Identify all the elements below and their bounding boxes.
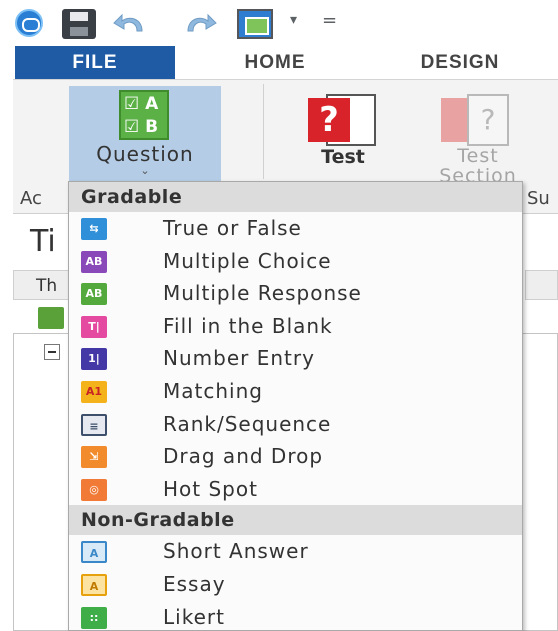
collapse-icon[interactable]	[44, 344, 60, 360]
tree-tab[interactable]: Th	[13, 270, 75, 300]
ribbon-separator	[263, 84, 264, 179]
test-button[interactable]: ? Test	[288, 86, 398, 196]
test-section-button-label: Test Section	[439, 145, 517, 187]
menu-item-label: Essay	[163, 571, 226, 596]
test-section-button[interactable]: ? Test Section	[413, 86, 543, 196]
menu-item-label: Multiple Choice	[163, 248, 332, 273]
tree-root-icon	[38, 307, 64, 329]
ribbon-tab-bar: FILE HOME DESIGN	[0, 46, 558, 79]
customize-icon[interactable]: =	[322, 10, 337, 31]
menu-item-label: Matching	[163, 378, 263, 403]
rank-sequence-icon: ≡	[81, 413, 107, 436]
test-button-label: Test	[321, 146, 365, 168]
menu-item-label: True or False	[163, 216, 302, 240]
menu-item-short-answer[interactable]: A Short Answer	[69, 535, 522, 568]
matching-icon: A1	[81, 380, 107, 403]
redo-icon[interactable]	[178, 9, 218, 37]
essay-icon: A	[81, 573, 107, 596]
undo-icon[interactable]	[112, 9, 152, 37]
menu-item-label: Likert	[163, 604, 225, 629]
menu-section-header-gradable: Gradable	[69, 182, 522, 212]
menu-item-matching[interactable]: A1 Matching	[69, 375, 522, 408]
app-logo-icon[interactable]	[15, 9, 43, 37]
question-button-label: Question	[96, 142, 194, 166]
menu-item-drag-and-drop[interactable]: ⇲ Drag and Drop	[69, 440, 522, 473]
tab-design[interactable]: DESIGN	[370, 46, 550, 79]
menu-item-fill-in-the-blank[interactable]: T| Fill in the Blank	[69, 310, 522, 343]
menu-item-number-entry[interactable]: 1| Number Entry	[69, 342, 522, 375]
fill-in-blank-icon: T|	[81, 315, 107, 338]
menu-section-header-non-gradable: Non-Gradable	[69, 505, 522, 536]
question-button[interactable]: Question ⌄	[69, 86, 221, 186]
short-answer-icon: A	[81, 541, 107, 564]
quick-access-toolbar: ▾ =	[0, 0, 558, 46]
menu-item-label: Multiple Response	[163, 281, 362, 306]
drag-drop-icon: ⇲	[81, 446, 107, 469]
menu-item-essay[interactable]: A Essay	[69, 568, 522, 601]
test-icon: ?	[308, 94, 380, 146]
question-type-menu: Gradable ⇆ True or False AB Multiple Cho…	[68, 181, 523, 631]
tree-tab-right[interactable]	[525, 270, 558, 300]
question-ab-icon	[119, 90, 169, 140]
hot-spot-icon: ◎	[81, 478, 107, 501]
menu-item-likert[interactable]: :: Likert	[69, 601, 522, 631]
quick-layout-icon[interactable]	[237, 9, 273, 39]
menu-item-rank-sequence[interactable]: ≡ Rank/Sequence	[69, 408, 522, 441]
page-title: Ti	[30, 224, 56, 259]
menu-item-label: Number Entry	[163, 346, 315, 371]
menu-item-label: Drag and Drop	[163, 444, 324, 469]
likert-icon: ::	[81, 606, 107, 629]
menu-item-multiple-choice[interactable]: AB Multiple Choice	[69, 245, 522, 278]
menu-item-label: Short Answer	[163, 539, 309, 564]
ribbon-group-label: Ac	[20, 188, 42, 209]
multiple-choice-icon: AB	[81, 250, 107, 273]
menu-item-hot-spot[interactable]: ◎ Hot Spot	[69, 473, 522, 506]
menu-item-label: Fill in the Blank	[163, 313, 333, 338]
save-icon[interactable]	[62, 9, 96, 39]
number-entry-icon: 1|	[81, 348, 107, 371]
test-section-icon: ?	[441, 94, 513, 146]
menu-item-label: Rank/Sequence	[163, 411, 332, 436]
true-false-icon: ⇆	[81, 218, 107, 240]
ribbon-group-label-right: Su	[527, 188, 550, 209]
menu-item-true-or-false[interactable]: ⇆ True or False	[69, 212, 522, 245]
tab-home[interactable]: HOME	[195, 46, 355, 79]
dropdown-arrow-icon[interactable]: ▾	[290, 12, 297, 28]
chevron-down-icon: ⌄	[140, 164, 150, 177]
menu-item-multiple-response[interactable]: AB Multiple Response	[69, 277, 522, 310]
tab-file[interactable]: FILE	[15, 46, 175, 79]
menu-item-label: Hot Spot	[163, 476, 258, 501]
multiple-response-icon: AB	[81, 283, 107, 306]
